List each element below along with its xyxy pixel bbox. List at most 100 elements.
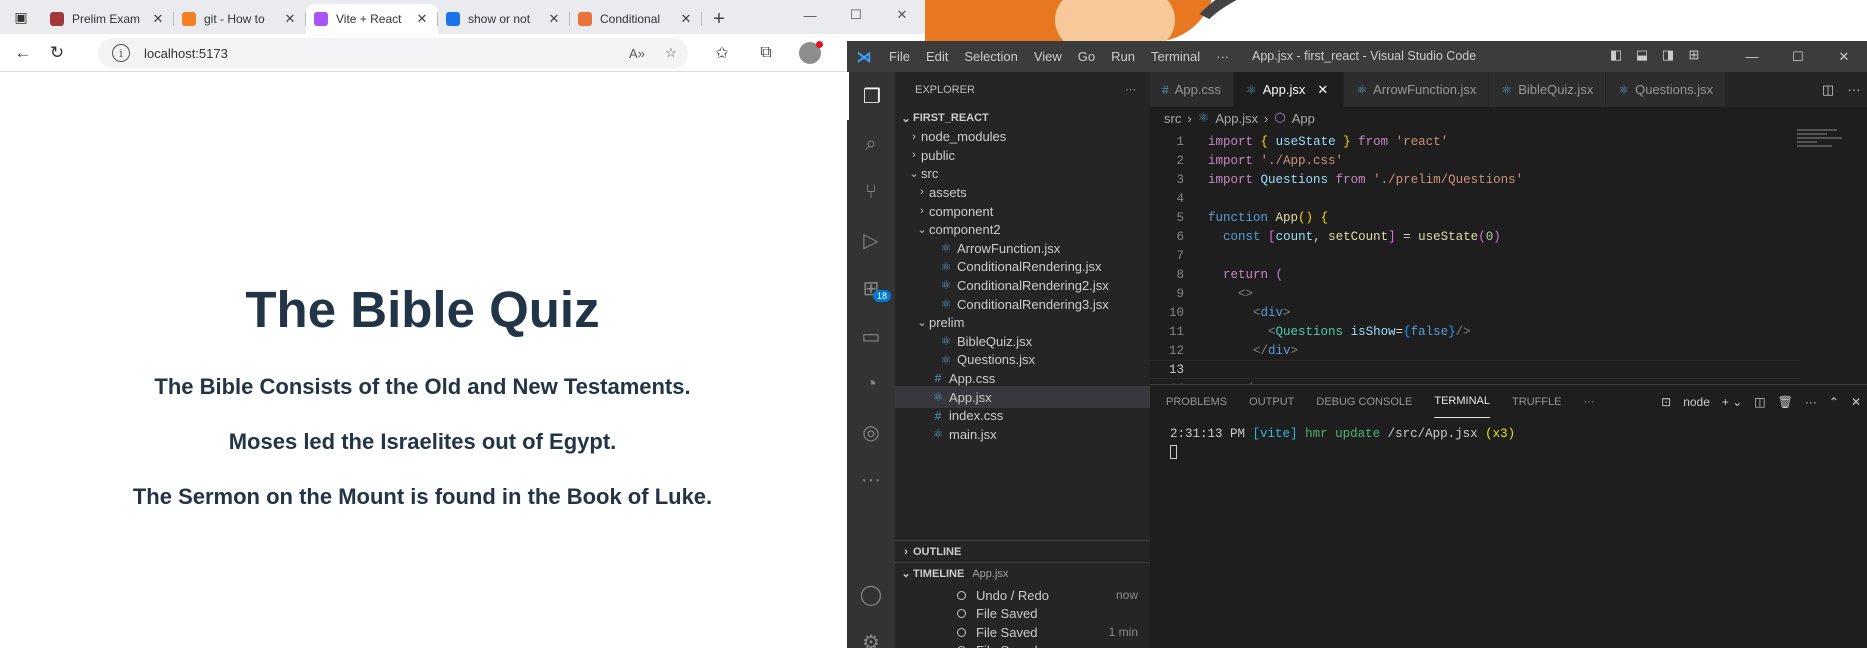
minimize-icon[interactable]: — (787, 8, 833, 23)
maximize-icon[interactable]: ☐ (833, 7, 879, 23)
editor-tab[interactable]: ⚛ App.jsx ✕ (1233, 72, 1345, 107)
explorer-icon[interactable]: ❐ (847, 72, 895, 120)
code-line[interactable]: 4 (1150, 189, 1800, 208)
remote-explorer-icon[interactable]: ▭ (847, 312, 895, 360)
editor-tab[interactable]: # App.css (1150, 72, 1234, 107)
close-icon[interactable]: ✕ (1821, 49, 1867, 65)
browser-tab[interactable]: Prelim Exam ✕ (42, 4, 174, 34)
terminal-name[interactable]: node (1677, 395, 1716, 409)
source-control-icon[interactable]: ⑂ (847, 168, 895, 216)
more-icon[interactable]: ··· (847, 456, 895, 504)
more-actions-icon[interactable]: ··· (1799, 395, 1823, 409)
search-icon[interactable]: ⌕ (847, 120, 895, 168)
panel-tab[interactable]: TERMINAL (1434, 385, 1490, 418)
tree-item-label: src (921, 166, 939, 182)
close-icon[interactable]: ✕ (546, 11, 562, 27)
terminal-output[interactable]: 2:31:13 PM [vite] hmr update /src/App.js… (1170, 427, 1515, 463)
menu-item[interactable]: Selection (956, 49, 1025, 64)
editor-tab[interactable]: ⚛ Questions.jsx (1606, 72, 1727, 107)
avatar[interactable] (799, 41, 823, 64)
url-text[interactable]: localhost:5173 (144, 46, 620, 61)
customize-layout-icon[interactable]: ⊞ (1681, 47, 1707, 63)
more-actions-icon[interactable]: ··· (1125, 84, 1136, 96)
menu-item[interactable]: Run (1103, 49, 1143, 64)
new-terminal-icon[interactable]: + ⌄ (1716, 395, 1748, 409)
panel-tab[interactable]: DEBUG CONSOLE (1316, 385, 1412, 418)
breadcrumb-item[interactable]: App.jsx (1215, 111, 1258, 126)
outline-section[interactable]: › OUTLINE (895, 540, 1150, 562)
menu-item[interactable]: Terminal (1143, 49, 1208, 64)
run-debug-icon[interactable]: ▷ (847, 216, 895, 264)
add-favorite-icon[interactable]: ☆ (654, 45, 688, 61)
truffle-icon[interactable]: ◎ (847, 408, 895, 456)
editor-tab[interactable]: ⚛ ArrowFunction.jsx (1344, 72, 1490, 107)
new-tab-button[interactable]: + (702, 4, 736, 34)
react-icon: ⚛ (932, 427, 944, 442)
close-icon[interactable]: ✕ (282, 11, 298, 27)
code-line[interactable]: 9 <> (1150, 284, 1800, 303)
git-graph-icon[interactable]: ◔ (847, 360, 895, 408)
breadcrumb-item[interactable]: App (1292, 111, 1315, 126)
code-line[interactable]: 10 <div> (1150, 303, 1800, 322)
timeline-label: File Saved (976, 606, 1038, 622)
menu-item[interactable]: File (881, 49, 918, 64)
code-editor[interactable]: 1 import { useState } from 'react' 2 impor… (1150, 129, 1867, 396)
code-line[interactable]: 2 import './App.css' (1150, 151, 1800, 170)
collections-icon[interactable]: ⧉ (744, 38, 788, 68)
menu-item[interactable]: ··· (1208, 49, 1237, 64)
minimize-icon[interactable]: — (1729, 49, 1775, 64)
accounts-icon[interactable]: ◯ (847, 570, 895, 618)
back-arrow-icon[interactable]: ← (6, 36, 40, 70)
code-line[interactable]: 8 return ( (1150, 265, 1800, 284)
close-icon[interactable]: ✕ (678, 11, 694, 27)
split-terminal-icon[interactable]: ◫ (1748, 395, 1771, 409)
menu-item[interactable]: Go (1070, 49, 1103, 64)
maximize-panel-icon[interactable]: ⌃ (1823, 395, 1845, 409)
browser-tab[interactable]: git - How to ✕ (174, 4, 306, 34)
toggle-panel-icon[interactable]: ⬓ (1629, 47, 1655, 63)
close-icon[interactable]: ✕ (879, 7, 925, 23)
settings-gear-icon[interactable]: ⚙ (847, 618, 895, 648)
menu-item[interactable]: View (1026, 49, 1070, 64)
panel-tab[interactable]: OUTPUT (1249, 385, 1294, 418)
tree-item[interactable]: ⚛ main.jsx (895, 423, 1150, 445)
browser-tab[interactable]: show or not ✕ (438, 4, 570, 34)
code-line[interactable]: 11 <Questions isShow={false}/> (1150, 322, 1800, 341)
close-icon[interactable]: ✕ (150, 11, 166, 27)
code-line[interactable]: 1 import { useState } from 'react' (1150, 132, 1800, 151)
menu-item[interactable]: Edit (918, 49, 956, 64)
address-bar[interactable]: i localhost:5173 A» ☆ (98, 38, 688, 68)
timeline-label: File Saved (976, 643, 1100, 648)
panel-tab[interactable]: PROBLEMS (1166, 385, 1227, 418)
timeline-item[interactable]: File Saved (895, 640, 1150, 648)
close-icon[interactable]: ✕ (1317, 82, 1331, 98)
toggle-secondary-sidebar-icon[interactable]: ◨ (1655, 47, 1681, 63)
refresh-icon[interactable]: ↻ (40, 36, 74, 70)
minimap[interactable] (1797, 129, 1857, 169)
code-line[interactable]: 5 function App() { (1150, 208, 1800, 227)
more-actions-icon[interactable]: ··· (1583, 385, 1594, 418)
info-icon[interactable]: i (112, 44, 130, 62)
panel-tab[interactable]: TRUFFLE (1512, 385, 1562, 418)
breadcrumb-item[interactable]: src (1164, 111, 1181, 126)
close-panel-icon[interactable]: ✕ (1845, 395, 1867, 409)
code-line[interactable]: 3 import Questions from './prelim/Questio… (1150, 170, 1800, 189)
tab-actions-icon[interactable]: ▣ (0, 0, 42, 34)
more-actions-icon[interactable]: ··· (1841, 82, 1867, 97)
read-aloud-icon[interactable]: A» (620, 46, 654, 61)
code-line-current[interactable]: 13 (1150, 360, 1800, 379)
timeline-section[interactable]: ⌄ TIMELINE App.jsx (895, 562, 1150, 584)
code-line[interactable]: 6 const [count, setCount] = useState(0) (1150, 227, 1800, 246)
browser-tab[interactable]: Conditional ✕ (570, 4, 702, 34)
close-icon[interactable]: ✕ (414, 11, 430, 27)
split-editor-icon[interactable]: ◫ (1815, 82, 1841, 98)
toggle-sidebar-icon[interactable]: ◧ (1603, 47, 1629, 63)
code-line[interactable]: 12 </div> (1150, 341, 1800, 360)
extensions-icon[interactable]: ⊞ 18 (847, 264, 895, 312)
code-line[interactable]: 7 (1150, 246, 1800, 265)
editor-tab[interactable]: ⚛ BibleQuiz.jsx (1489, 72, 1607, 107)
trash-icon[interactable]: 🗑 (1772, 395, 1799, 409)
browser-tab[interactable]: Vite + React ✕ (306, 4, 438, 34)
maximize-icon[interactable]: ☐ (1775, 49, 1821, 65)
favorites-icon[interactable]: ✩ (700, 38, 744, 68)
